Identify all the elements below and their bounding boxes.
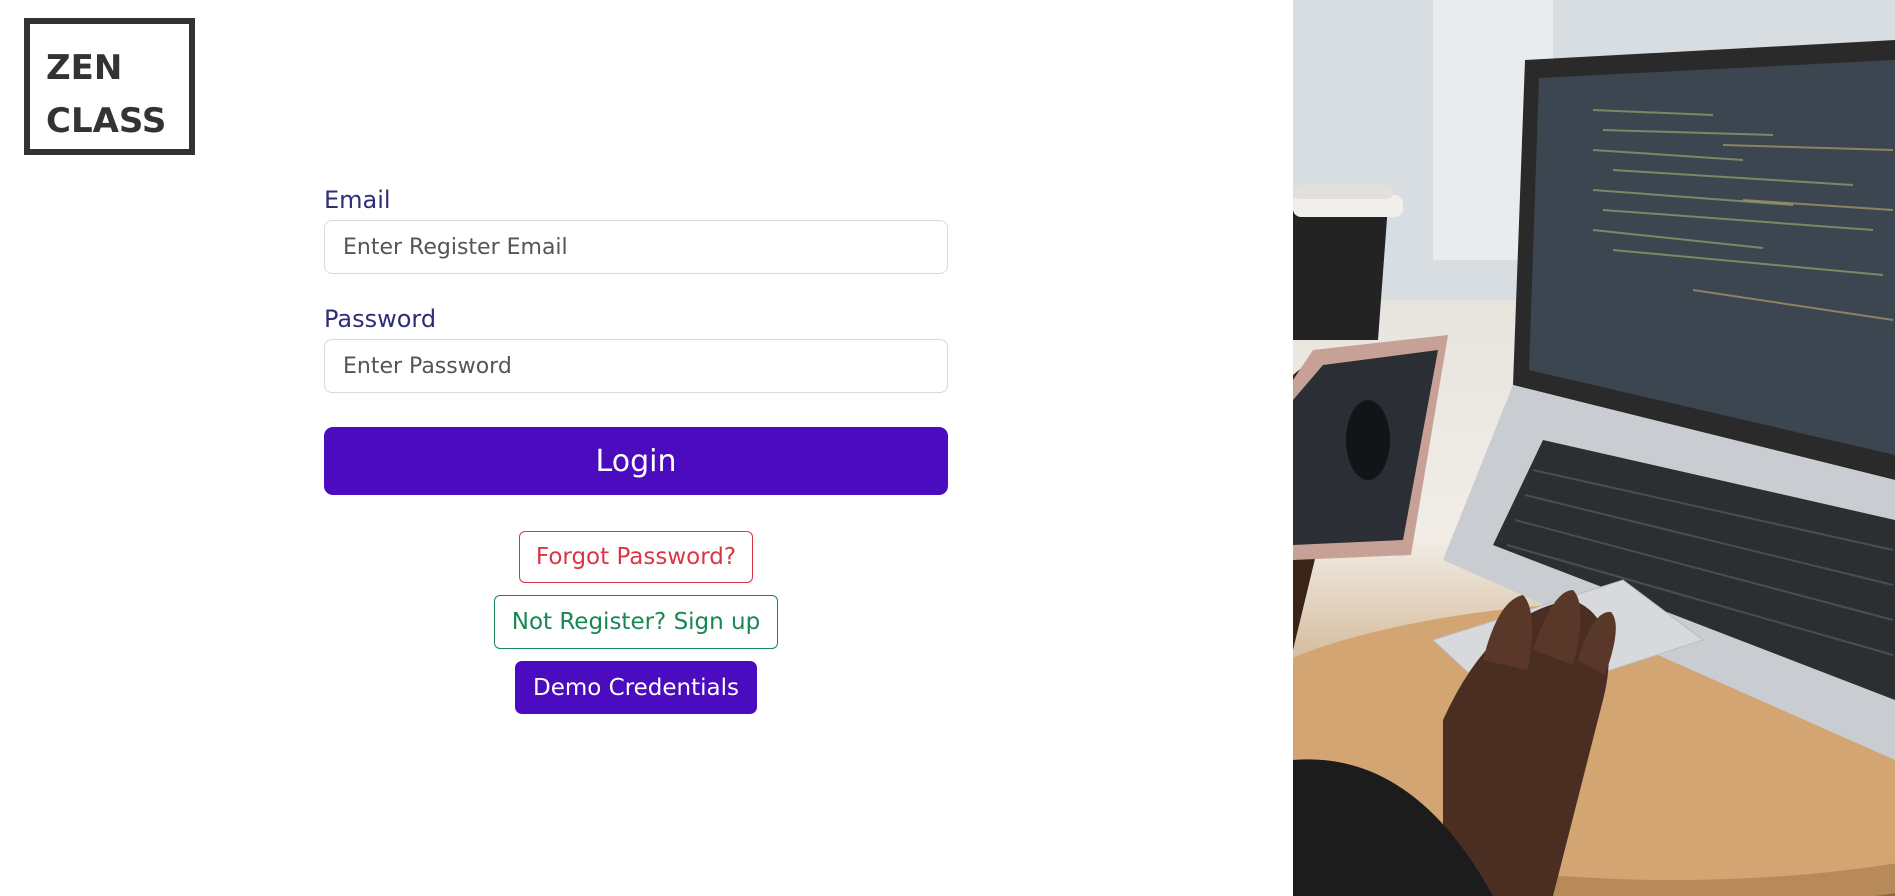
demo-credentials-button[interactable]: Demo Credentials (514, 661, 757, 714)
secondary-actions: Forgot Password? Not Register? Sign up D… (324, 531, 948, 714)
forgot-password-button[interactable]: Forgot Password? (518, 531, 754, 583)
login-button[interactable]: Login (324, 427, 948, 495)
signup-button[interactable]: Not Register? Sign up (493, 595, 779, 649)
password-input[interactable] (324, 339, 948, 393)
login-panel: ZEN CLASS Email Password Login Forgot Pa… (0, 0, 1293, 896)
password-label: Password (324, 305, 437, 333)
email-group: Email (324, 180, 948, 274)
hero-image (1293, 0, 1895, 896)
zen-class-logo: ZEN CLASS (24, 18, 195, 155)
email-input[interactable] (324, 220, 948, 274)
logo-line-2: CLASS (46, 101, 167, 141)
email-label: Email (324, 186, 391, 214)
login-form: Email Password Login Forgot Password? No… (324, 180, 948, 714)
laptop-illustration (1293, 0, 1895, 896)
logo-line-1: ZEN (46, 48, 123, 88)
password-group: Password (324, 299, 948, 393)
